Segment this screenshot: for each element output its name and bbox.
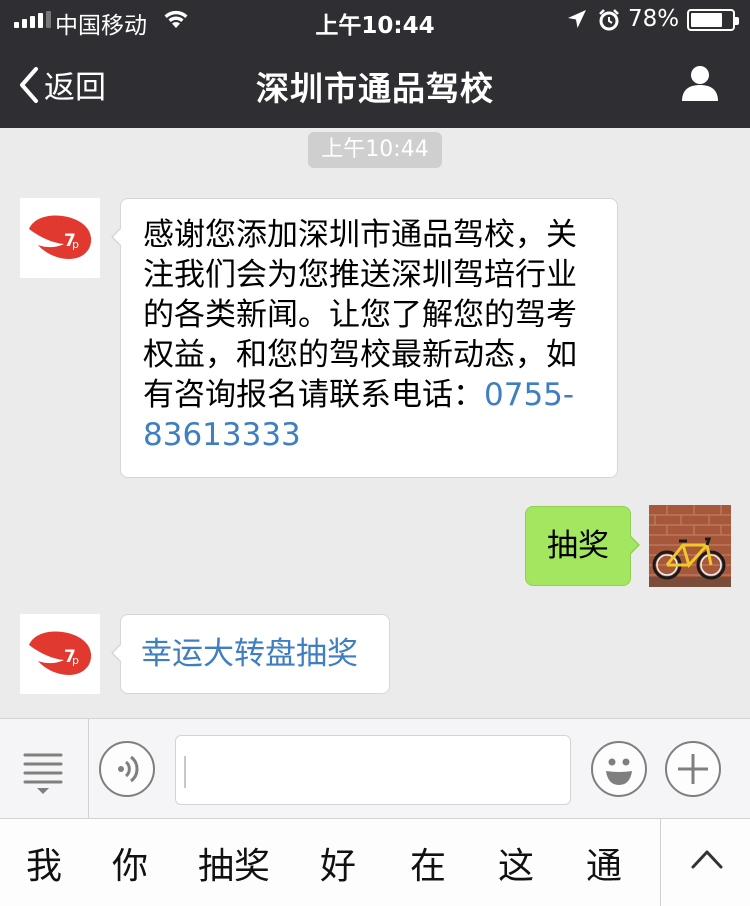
suggestion-word[interactable]: 我 [26,837,62,889]
voice-button[interactable] [99,741,155,797]
top-bar: 中国移动 上午10:44 78% 返回 深圳市通品驾校 [0,0,750,128]
back-button[interactable]: 返回 [18,62,106,107]
status-bar: 中国移动 上午10:44 78% [0,0,750,40]
alarm-icon [599,9,619,31]
message-link-text: 幸运大转盘抽奖 [141,636,358,672]
message-bubble-welcome[interactable]: 感谢您添加深圳市通品驾校，关注我们会为您推送深圳驾培行业的各类新闻。让您了解您的… [111,198,618,478]
suggestion-word[interactable]: 好 [320,837,356,889]
wechat-chat-screen: 中国移动 上午10:44 78% 返回 深圳市通品驾校 上午10:44 7 p … [0,0,750,906]
plus-icon [678,754,708,784]
text-caret [184,756,186,788]
divider [88,719,89,819]
account-avatar[interactable]: 7 p [20,614,100,694]
user-avatar[interactable] [649,505,731,587]
input-bar [0,718,750,819]
emoji-icon [606,758,632,785]
keyboard-suggestion-bar: 我 你 抽奖 好 在 这 通 [0,818,750,906]
suggestion-word[interactable]: 你 [112,837,148,889]
suggestion-word[interactable]: 通 [586,837,622,889]
account-avatar[interactable]: 7 p [20,198,100,278]
bicycle-photo [649,505,731,587]
suggestion-word[interactable]: 在 [410,837,446,889]
svg-text:p: p [72,654,79,667]
message-input[interactable] [175,735,571,805]
emoji-button[interactable] [591,741,647,797]
message-timestamp: 上午10:44 [308,132,442,168]
battery-percent: 78% [628,6,680,32]
driving-school-logo: 7 p [29,215,92,259]
navigation-bar: 返回 深圳市通品驾校 [0,40,750,128]
suggestion-word[interactable]: 这 [498,837,534,889]
message-bubble-sent[interactable]: 抽奖 [525,506,640,586]
battery-icon [687,9,739,31]
more-button[interactable] [665,741,721,797]
message-text: 抽奖 [547,528,609,564]
person-icon[interactable] [680,64,720,102]
back-label: 返回 [44,70,106,106]
location-arrow-icon [568,10,586,28]
svg-text:p: p [72,238,79,251]
chevron-up-icon[interactable] [690,847,724,871]
lucky-wheel-link[interactable]: 幸运大转盘抽奖 [111,614,390,694]
menu-list-icon[interactable] [18,749,68,795]
divider [660,819,661,906]
driving-school-logo: 7 p [29,631,92,675]
voice-icon [118,755,139,783]
suggestion-word[interactable]: 抽奖 [198,837,270,889]
page-title: 深圳市通品驾校 [256,69,494,108]
chevron-left-icon [20,66,38,103]
